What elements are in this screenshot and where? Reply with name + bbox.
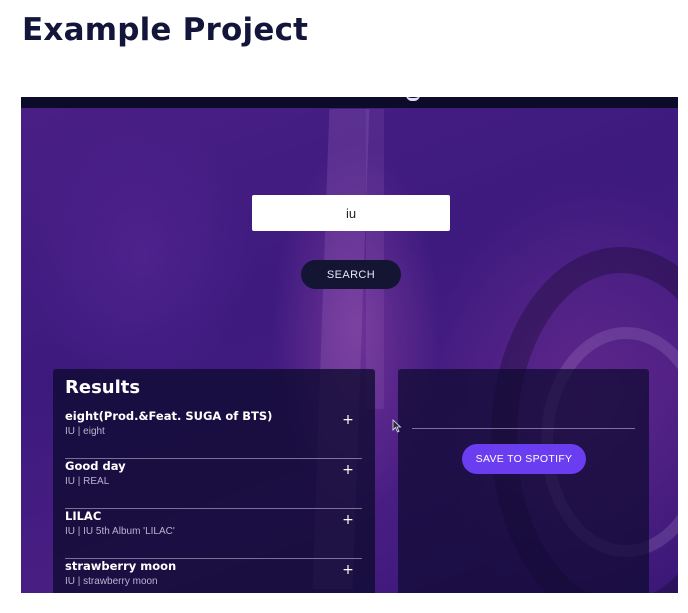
track-name: eight(Prod.&Feat. SUGA of BTS) [65,409,273,423]
track-row: LILAC IU | IU 5th Album 'LILAC' + [65,509,362,559]
track-name: Good day [65,459,126,473]
background-streak [366,109,384,409]
search-input[interactable] [252,195,450,231]
track-row: strawberry moon IU | strawberry moon + [65,559,362,593]
app-screenshot: SEARCH Results eight(Prod.&Feat. SUGA of… [21,97,678,593]
plus-icon: + [342,462,354,478]
mouse-cursor-icon [392,419,402,433]
add-track-button[interactable]: + [340,512,356,528]
add-track-button[interactable]: + [340,562,356,578]
track-artist-album: IU | IU 5th Album 'LILAC' [65,526,175,537]
add-track-button[interactable]: + [340,462,356,478]
app-header-bar [21,97,678,108]
plus-icon: + [342,562,354,578]
header-title-fragment [406,97,420,101]
track-row: eight(Prod.&Feat. SUGA of BTS) IU | eigh… [65,409,362,459]
page-title: Example Project [22,12,309,48]
results-title: Results [65,377,141,398]
plus-icon: + [342,412,354,428]
playlist-name-input[interactable] [412,409,635,429]
track-artist-album: IU | eight [65,426,105,437]
track-row: Good day IU | REAL + [65,459,362,509]
track-artist-album: IU | strawberry moon [65,576,158,587]
track-artist-album: IU | REAL [65,476,110,487]
plus-icon: + [342,512,354,528]
search-button[interactable]: SEARCH [301,260,401,289]
add-track-button[interactable]: + [340,412,356,428]
results-panel: Results eight(Prod.&Feat. SUGA of BTS) I… [53,369,375,593]
track-name: strawberry moon [65,559,177,573]
playlist-panel: SAVE TO SPOTIFY [398,369,649,593]
save-to-spotify-button[interactable]: SAVE TO SPOTIFY [462,444,586,474]
track-name: LILAC [65,509,102,523]
